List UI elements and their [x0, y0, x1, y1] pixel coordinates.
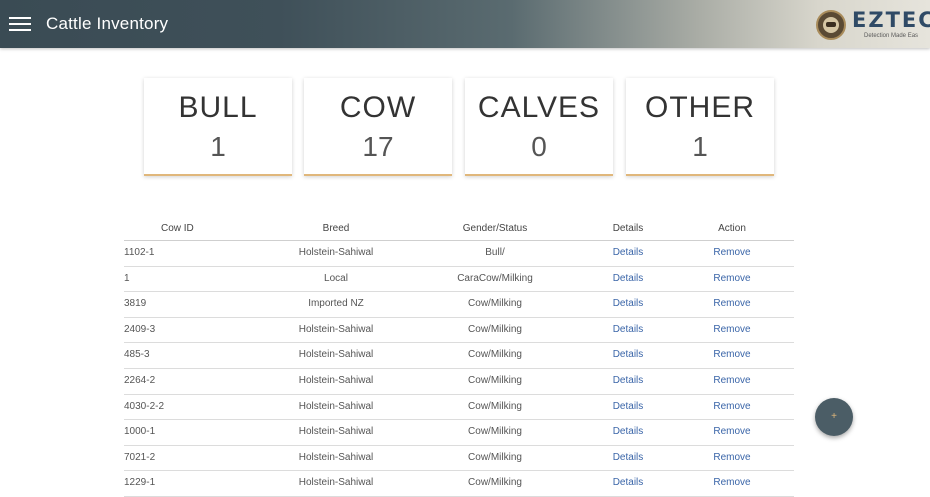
app-header: Cattle Inventory EZTEC Detection Made Ea… [0, 0, 930, 48]
add-cattle-button[interactable]: + [815, 398, 853, 436]
table-row: 1 Local CaraCow/Milking Details Remove [124, 267, 794, 293]
table-row: 1102-1 Holstein-Sahiwal Bull/Details Remove [124, 241, 794, 267]
table-row: 485-3 Holstein-Sahiwal Cow/Milking Details R… [124, 343, 794, 369]
column-header-details: Details [612, 223, 644, 234]
logo-tagline: Detection Made Eas [864, 33, 919, 39]
logo-text: EZTEC [852, 8, 930, 32]
details-link[interactable]: Details [598, 395, 658, 419]
remove-link[interactable]: Remove [702, 446, 762, 470]
cow-id-cell: 1229-1 [124, 477, 156, 489]
cow-id-cell: 2409-3 [124, 323, 156, 335]
breed-cell: Local [324, 272, 348, 284]
stat-label: CALVES [477, 91, 601, 124]
breed-cell: Imported NZ [308, 298, 364, 310]
stat-card-bull: BULL 1 [144, 78, 292, 176]
stat-label: COW [339, 91, 417, 124]
gender-status-cell: Cow/Milking [468, 374, 522, 386]
remove-link[interactable]: Remove [702, 369, 762, 393]
stat-card-other: OTHER 1 [626, 78, 774, 176]
gender-status-cell: Cow/Milking [468, 451, 522, 463]
stat-value: 17 [362, 131, 394, 162]
column-header-action: Action [718, 223, 746, 234]
table-header: Cow ID Breed Gender/Status Details Actio… [124, 219, 794, 241]
details-link[interactable]: Details [598, 420, 658, 444]
details-link[interactable]: Details [598, 318, 658, 342]
cow-id-cell: 485-3 [124, 349, 150, 361]
stat-value: 1 [692, 131, 708, 162]
column-header-gender-status: Gender/Status [462, 223, 528, 234]
remove-link[interactable]: Remove [702, 471, 762, 495]
cattle-table: Cow ID Breed Gender/Status Details Actio… [124, 219, 794, 497]
table-row: 2264-2 Holstein-Sahiwal Cow/Milking Details… [124, 369, 794, 395]
stat-card-cow: COW 17 [304, 78, 452, 176]
remove-link[interactable]: Remove [702, 395, 762, 419]
breed-cell: Holstein-Sahiwal [298, 477, 374, 489]
gender-status-cell: Cow/Milking [468, 477, 522, 489]
table-row: 1000-1 Holstein-Sahiwal Cow/Milking Details… [124, 420, 794, 446]
remove-link[interactable]: Remove [702, 343, 762, 367]
column-header-cow-id: Cow ID [161, 223, 194, 234]
cow-id-cell: 1102-1 [124, 247, 155, 258]
stat-value: 0 [531, 131, 547, 162]
details-link[interactable]: Details [598, 343, 658, 367]
table-row: 2409-3 Holstein-Sahiwal Cow/Milking Details… [124, 318, 794, 344]
gender-status-cell: Bull/ [485, 247, 505, 258]
breed-cell: Holstein-Sahiwal [298, 400, 374, 412]
breed-cell: Holstein-Sahiwal [298, 374, 374, 386]
cow-id-cell: 2264-2 [124, 374, 156, 386]
breed-cell: Holstein-Sahiwal [298, 247, 374, 258]
stat-label: BULL [178, 91, 258, 124]
details-link[interactable]: Details [598, 369, 658, 393]
details-link[interactable]: Details [598, 292, 658, 316]
table-row: 7021-2 Holstein-Sahiwal Cow/Milking Details… [124, 446, 794, 472]
details-link[interactable]: Details [598, 446, 658, 470]
remove-link[interactable]: Remove [702, 420, 762, 444]
logo-badge-icon [816, 10, 846, 40]
cow-id-cell: 1 [124, 272, 130, 284]
gender-status-cell: Cow/Milking [468, 323, 522, 335]
gender-status-cell: CaraCow/Milking [457, 272, 533, 284]
details-link[interactable]: Details [598, 241, 658, 265]
cow-id-cell: 1000-1 [124, 426, 156, 438]
table-row: 1229-1 Holstein-Sahiwal Cow/Milking Details… [124, 471, 794, 497]
remove-link[interactable]: Remove [702, 292, 762, 316]
gender-status-cell: Cow/Milking [468, 298, 522, 310]
column-header-breed: Breed [322, 223, 350, 234]
remove-link[interactable]: Remove [702, 267, 762, 291]
stat-value: 1 [210, 131, 226, 162]
page-title: Cattle Inventory [46, 14, 169, 33]
breed-cell: Holstein-Sahiwal [298, 323, 374, 335]
cow-id-cell: 3819 [124, 298, 147, 310]
breed-cell: Holstein-Sahiwal [298, 451, 374, 463]
remove-link[interactable]: Remove [702, 241, 762, 265]
cow-id-cell: 4030-2-2 [124, 400, 165, 412]
details-link[interactable]: Details [598, 267, 658, 291]
gender-status-cell: Cow/Milking [468, 349, 522, 361]
table-row: 4030-2-2 Holstein-Sahiwal Cow/Milking Detai… [124, 395, 794, 421]
table-row: 3819 Imported NZ Cow/Milking Details Remove [124, 292, 794, 318]
breed-cell: Holstein-Sahiwal [298, 349, 374, 361]
stat-card-calves: CALVES 0 [465, 78, 613, 176]
breed-cell: Holstein-Sahiwal [298, 426, 374, 438]
gender-status-cell: Cow/Milking [468, 426, 522, 438]
gender-status-cell: Cow/Milking [468, 400, 522, 412]
details-link[interactable]: Details [598, 471, 658, 495]
stat-label: OTHER [645, 91, 755, 124]
cow-id-cell: 7021-2 [124, 451, 156, 463]
menu-icon[interactable] [9, 17, 31, 31]
remove-link[interactable]: Remove [702, 318, 762, 342]
